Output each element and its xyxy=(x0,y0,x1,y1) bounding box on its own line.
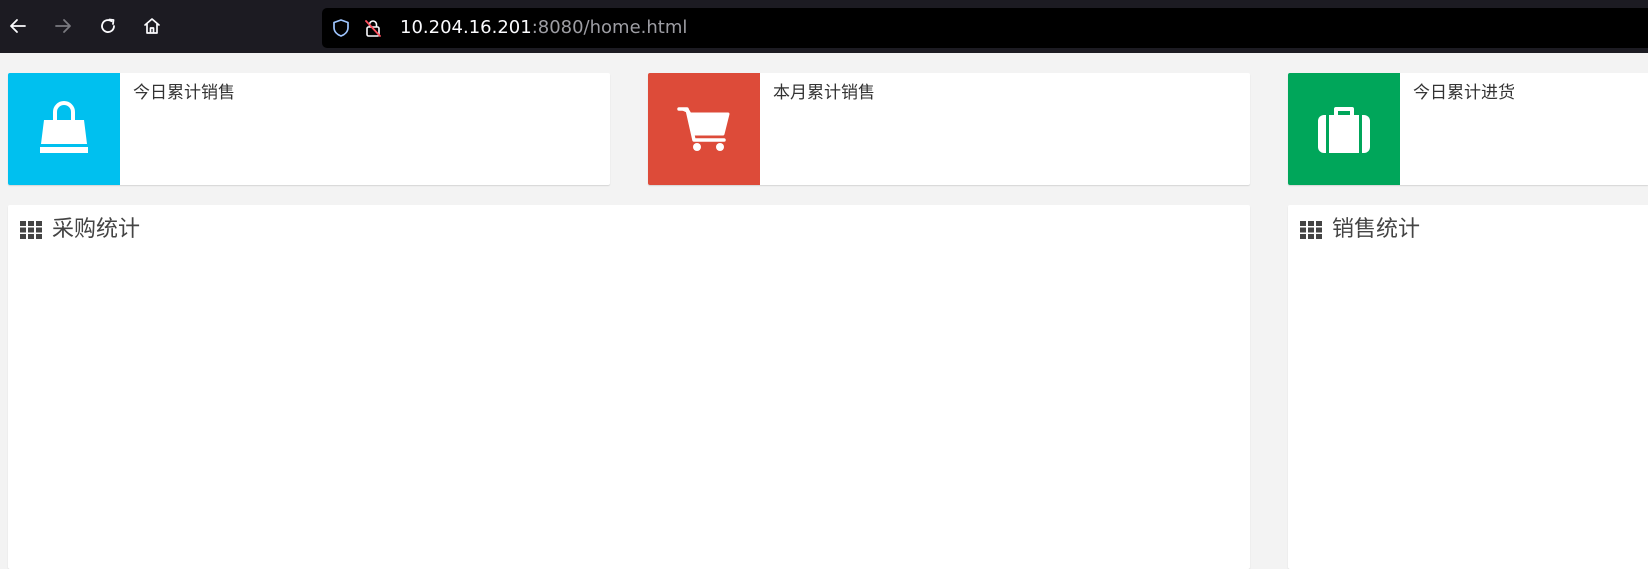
forward-button[interactable] xyxy=(51,14,75,38)
url-bar[interactable]: 10.204.16.201:8080/home.html xyxy=(322,8,1648,48)
reload-icon xyxy=(101,18,115,33)
back-button[interactable] xyxy=(6,14,30,38)
home-icon xyxy=(144,18,160,34)
stat-card-month-sales: 本月累计销售 xyxy=(648,73,1250,185)
panel-header: 销售统计 xyxy=(1300,215,1420,245)
shopping-bag-icon xyxy=(40,101,88,153)
shopping-cart-icon xyxy=(677,107,730,151)
grid-icon xyxy=(20,221,42,239)
url-text[interactable]: 10.204.16.201:8080/home.html xyxy=(400,17,687,39)
stat-icon-box xyxy=(648,73,760,185)
panel-title: 采购统计 xyxy=(52,217,141,242)
back-arrow-icon xyxy=(10,19,26,33)
stat-label: 本月累计销售 xyxy=(773,83,875,103)
stat-card-today-sales: 今日累计销售 xyxy=(8,73,610,185)
insecure-lock-icon[interactable] xyxy=(363,18,383,38)
home-button[interactable] xyxy=(140,14,164,38)
stat-card-today-purchases: 今日累计进货 xyxy=(1288,73,1648,185)
stat-label: 今日累计进货 xyxy=(1413,83,1515,103)
stat-label: 今日累计销售 xyxy=(133,83,235,103)
stat-icon-box xyxy=(8,73,120,185)
panel-header: 采购统计 xyxy=(20,215,140,245)
purchase-stats-panel: 采购统计 xyxy=(8,205,1250,569)
suitcase-icon xyxy=(1318,107,1370,153)
reload-button[interactable] xyxy=(96,14,120,38)
browser-toolbar: 10.204.16.201:8080/home.html xyxy=(0,0,1648,53)
grid-icon xyxy=(1300,221,1322,239)
stat-icon-box xyxy=(1288,73,1400,185)
sales-stats-panel: 销售统计 xyxy=(1288,205,1648,569)
url-host: 10.204.16.201 xyxy=(400,17,532,38)
forward-arrow-icon xyxy=(55,19,71,33)
panel-title: 销售统计 xyxy=(1332,217,1421,242)
shield-icon[interactable] xyxy=(331,18,351,38)
url-path: :8080/home.html xyxy=(531,17,688,38)
